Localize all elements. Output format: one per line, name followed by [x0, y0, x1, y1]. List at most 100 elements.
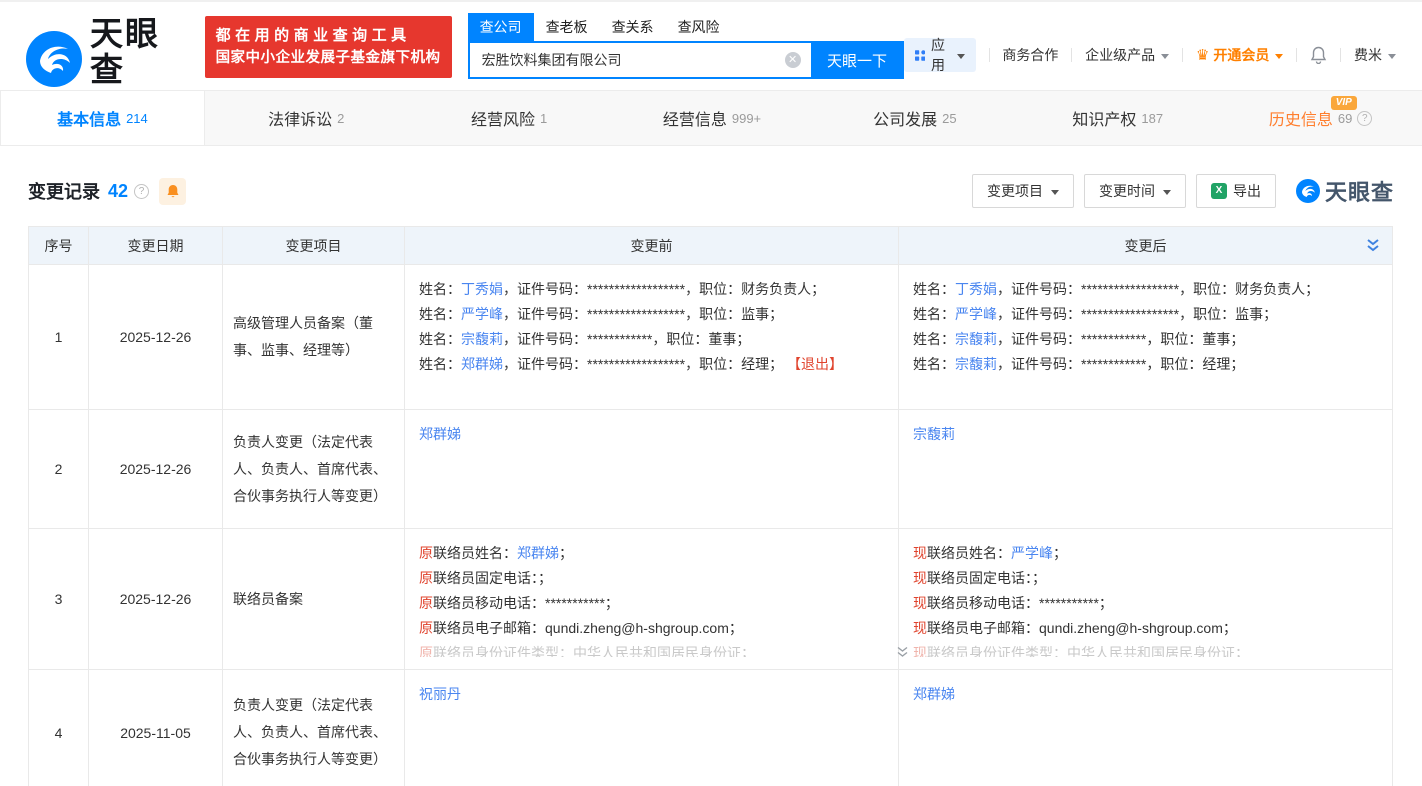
page: 天眼查 TianYanCha.com 都在用的商业查询工具 国家中小企业发展子基…	[0, 0, 1422, 786]
tab-label: 公司发展	[873, 106, 937, 130]
collapse-all-double-chevron-icon[interactable]	[1366, 238, 1380, 257]
cell-text: 姓名：	[913, 306, 955, 322]
cell-text: 联络员姓名：	[927, 545, 1011, 561]
tab-知识产权[interactable]: 知识产权187	[1016, 91, 1219, 145]
site-logo[interactable]: 天眼查 TianYanCha.com	[26, 16, 191, 102]
tianyancha-watermark: 天眼查	[1296, 175, 1394, 207]
col-header-变更日期: 变更日期	[89, 227, 223, 265]
tab-label: 知识产权	[1072, 106, 1136, 130]
crown-icon: ♛	[1196, 48, 1209, 63]
divider	[1071, 48, 1072, 62]
cell-text: 原	[419, 620, 433, 636]
divider	[989, 48, 990, 62]
filter-change-item-button[interactable]: 变更项目	[972, 174, 1074, 208]
change-date: 2025-11-05	[89, 670, 223, 786]
help-icon[interactable]: ?	[134, 184, 149, 199]
cell-text: 原	[419, 545, 433, 561]
change-date: 2025-12-26	[89, 410, 223, 529]
cell-text: ，证件号码：************，职位：董事；	[503, 331, 750, 347]
vip-badge: VIP	[1331, 96, 1357, 110]
row-index: 1	[29, 265, 89, 410]
tab-label: 经营风险	[471, 106, 535, 130]
person-link[interactable]: 严学峰	[1011, 545, 1053, 561]
person-link[interactable]: 宗馥莉	[955, 356, 997, 372]
divider	[1182, 48, 1183, 62]
change-item: 联络员备案	[223, 529, 405, 670]
chevron-down-icon	[1388, 54, 1396, 59]
table-row: 22025-12-26负责人变更（法定代表人、负责人、首席代表、合伙事务执行人等…	[29, 410, 1393, 529]
notifications-bell-icon[interactable]	[1310, 46, 1327, 64]
cell-text: ；	[1053, 545, 1067, 561]
cell-text: 联络员移动电话：***********；	[927, 595, 1113, 611]
person-link[interactable]: 宗馥莉	[955, 331, 997, 347]
cell-text: ，证件号码：******************，职位：监事；	[997, 306, 1277, 322]
apps-label: 应用	[931, 35, 951, 75]
help-icon[interactable]: ?	[1357, 111, 1372, 126]
search-module: 查公司查老板查关系查风险 ✕ 天眼一下	[468, 14, 904, 79]
search-button[interactable]: 天眼一下	[811, 41, 904, 79]
col-header-序号: 序号	[29, 227, 89, 265]
tab-label: 历史信息	[1269, 106, 1333, 130]
business-cooperation-link[interactable]: 商务合作	[1002, 45, 1058, 65]
cell-text: 原	[419, 645, 433, 657]
change-after-cell: 宗馥莉	[899, 410, 1393, 529]
person-link[interactable]: 郑群娣	[461, 356, 503, 372]
search-type-tabs: 查公司查老板查关系查风险	[468, 14, 904, 41]
change-date: 2025-12-26	[89, 529, 223, 670]
change-item: 负责人变更（法定代表人、负责人、首席代表、合伙事务执行人等变更）	[223, 670, 405, 786]
chevron-down-icon	[1163, 190, 1171, 195]
person-link[interactable]: 严学峰	[461, 306, 503, 322]
slogan-line2: 国家中小企业发展子基金旗下机构	[216, 47, 441, 70]
person-link[interactable]: 宗馥莉	[913, 426, 955, 442]
change-date: 2025-12-26	[89, 265, 223, 410]
search-tab-2[interactable]: 查关系	[600, 13, 666, 41]
cell-text: 现	[913, 545, 927, 561]
person-link[interactable]: 郑群娣	[913, 686, 955, 702]
tab-count: 2	[337, 111, 344, 126]
filter-change-time-button[interactable]: 变更时间	[1084, 174, 1186, 208]
person-link[interactable]: 丁秀娟	[955, 281, 997, 297]
tab-历史信息[interactable]: 历史信息69VIP?	[1219, 91, 1422, 145]
enterprise-products-menu[interactable]: 企业级产品	[1085, 45, 1169, 65]
cell-text: 现	[913, 595, 927, 611]
person-link[interactable]: 郑群娣	[419, 426, 461, 442]
open-vip-menu[interactable]: ♛ 开通会员	[1196, 45, 1283, 65]
alarm-bell-icon	[166, 184, 180, 199]
cell-text: 姓名：	[419, 356, 461, 372]
search-tab-1[interactable]: 查老板	[534, 13, 600, 41]
section-count: 42	[108, 181, 128, 202]
cell-text: ，证件号码：************，职位：经理；	[997, 356, 1244, 372]
cell-text: 联络员身份证件类型：中华人民共和国居民身份证；	[433, 645, 755, 657]
cell-text: 姓名：	[913, 281, 955, 297]
person-link[interactable]: 宗馥莉	[461, 331, 503, 347]
section-title: 变更记录	[28, 178, 100, 204]
tab-法律诉讼[interactable]: 法律诉讼2	[205, 91, 408, 145]
table-row: 12025-12-26高级管理人员备案（董事、监事、经理等）姓名：丁秀娟，证件号…	[29, 265, 1393, 410]
cell-text: 联络员姓名：	[433, 545, 517, 561]
top-right-nav: 应用 商务合作 企业级产品 ♛ 开通会员	[904, 38, 1396, 72]
tianyancha-logo-icon	[26, 31, 82, 87]
search-tab-3[interactable]: 查风险	[666, 13, 732, 41]
main-content: 变更记录 42 ? 变更项目 变更时间 X	[0, 174, 1422, 786]
user-menu[interactable]: 费米	[1354, 45, 1396, 65]
person-link[interactable]: 郑群娣	[517, 545, 559, 561]
tab-基本信息[interactable]: 基本信息214	[0, 91, 205, 145]
search-input[interactable]	[468, 41, 811, 79]
person-link[interactable]: 严学峰	[955, 306, 997, 322]
apps-menu[interactable]: 应用	[904, 38, 976, 72]
tab-公司发展[interactable]: 公司发展25	[813, 91, 1016, 145]
search-clear-icon[interactable]: ✕	[785, 52, 801, 68]
export-button[interactable]: X 导出	[1196, 174, 1276, 208]
site-header: 天眼查 TianYanCha.com 都在用的商业查询工具 国家中小企业发展子基…	[0, 2, 1422, 90]
person-link[interactable]: 丁秀娟	[461, 281, 503, 297]
cell-text: 联络员电子邮箱：qundi.zheng@h-shgroup.com；	[927, 620, 1237, 636]
cell-text: 姓名：	[419, 331, 461, 347]
tab-经营信息[interactable]: 经营信息999+	[611, 91, 814, 145]
tab-count: 1	[540, 111, 547, 126]
search-tab-0[interactable]: 查公司	[468, 13, 534, 41]
username: 费米	[1354, 45, 1382, 65]
monitor-bell-button[interactable]	[159, 178, 186, 205]
tab-经营风险[interactable]: 经营风险 1	[408, 91, 611, 145]
change-item: 负责人变更（法定代表人、负责人、首席代表、合伙事务执行人等变更）	[223, 410, 405, 529]
person-link[interactable]: 祝丽丹	[419, 686, 461, 702]
